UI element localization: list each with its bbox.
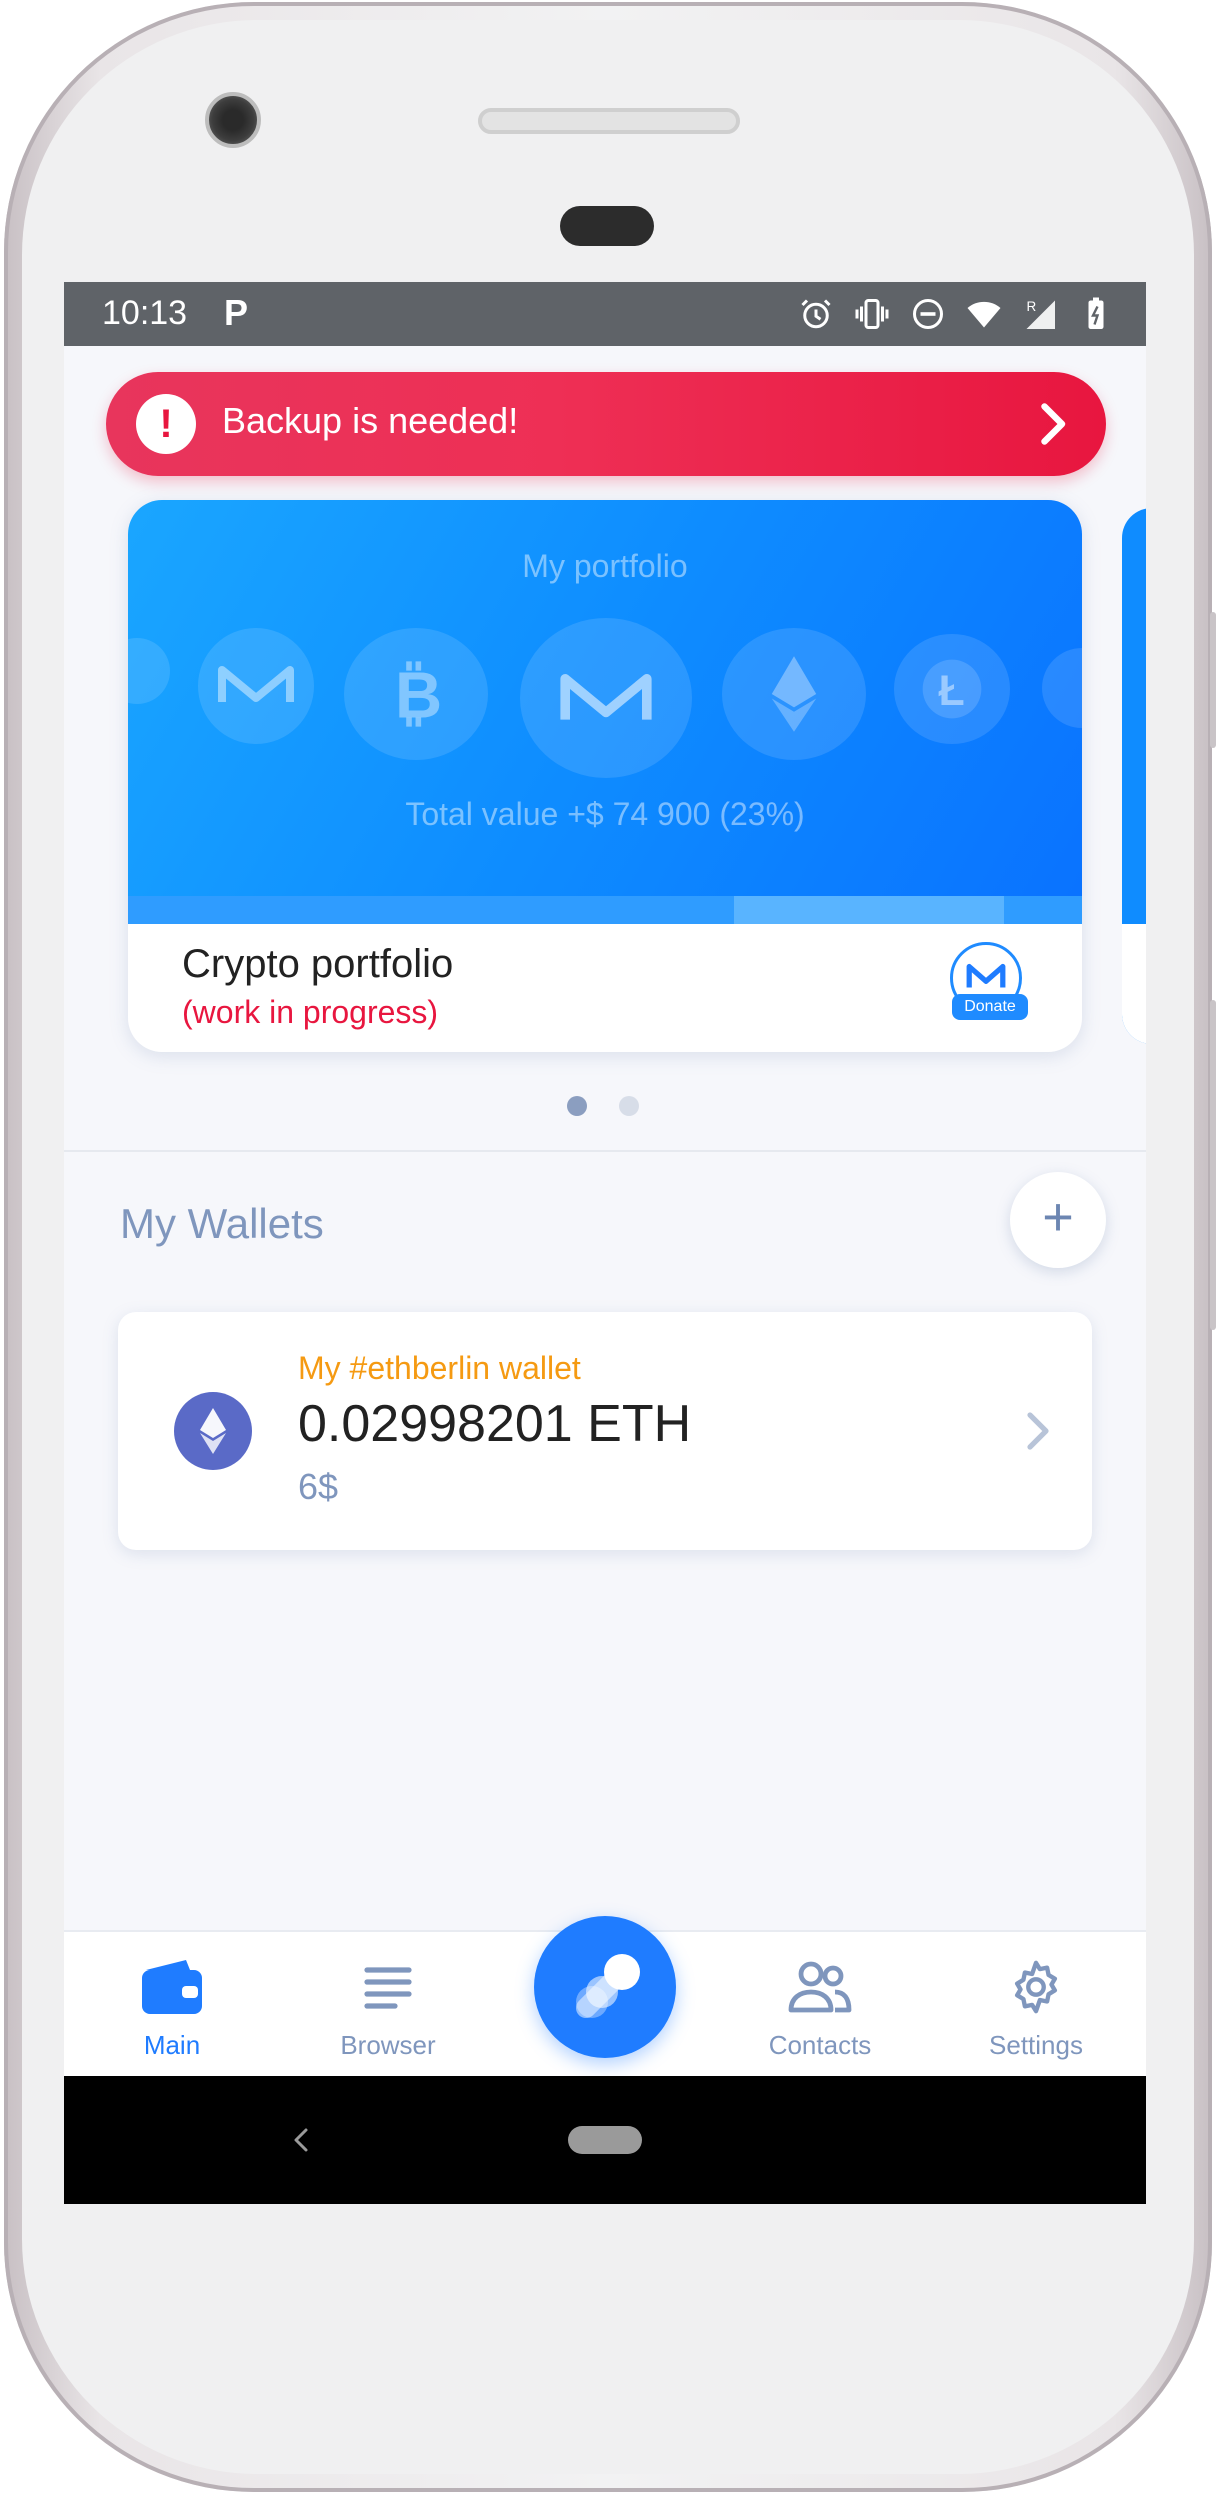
ethereum-icon	[722, 628, 866, 760]
chevron-right-icon	[1027, 1412, 1049, 1450]
back-icon[interactable]	[286, 2120, 316, 2160]
power-button	[1210, 612, 1216, 748]
tab-label: Settings	[989, 2030, 1083, 2060]
backup-banner-text: Backup is needed!	[222, 400, 519, 441]
monero-icon	[966, 963, 1006, 988]
transfer-icon	[576, 1954, 640, 2018]
tab-label: Main	[143, 2030, 201, 2060]
battery-icon	[1088, 297, 1104, 329]
send-receive-fab[interactable]	[534, 1916, 676, 2058]
monero-icon	[520, 618, 692, 778]
portfolio-total-value: Total value +$ 74 900 (23%)	[405, 796, 805, 832]
volume-button	[1210, 1000, 1216, 1330]
vibrate-icon	[855, 299, 889, 329]
portfolio-subtitle: (work in progress)	[182, 994, 439, 1030]
tab-browser[interactable]: Browser	[298, 1958, 478, 2061]
app-screen: 10:13 P R ! Backup is needed! My portfol…	[64, 282, 1146, 2204]
svg-text:Ł: Ł	[939, 667, 965, 715]
litecoin-icon: Ł	[894, 634, 1010, 744]
wallet-name: My #ethberlin wallet	[298, 1350, 581, 1386]
wallet-item[interactable]: My #ethberlin wallet 0.02998201 ETH 6$	[118, 1312, 1092, 1550]
portfolio-card[interactable]: My portfolio B Ł Total value +$ 74 900 (…	[128, 500, 1082, 1052]
alarm-icon	[801, 299, 831, 329]
chevron-right-icon	[1041, 403, 1066, 445]
notification-p-icon: P	[224, 292, 249, 333]
add-wallet-button[interactable]: +	[1010, 1172, 1106, 1268]
portfolio-name: Crypto portfolio	[182, 942, 454, 986]
signal-roaming-icon: R	[1026, 299, 1055, 329]
wifi-icon	[967, 301, 1001, 328]
alert-icon: !	[136, 394, 196, 454]
monero-icon	[198, 628, 314, 744]
carousel-dot-1[interactable]	[567, 1096, 587, 1116]
tab-label: Browser	[340, 2030, 436, 2060]
steem-icon	[128, 638, 170, 704]
home-button[interactable]	[568, 2126, 642, 2154]
carousel-dot-2[interactable]	[619, 1096, 639, 1116]
wallet-fiat-value: 6$	[298, 1466, 339, 1507]
portfolio-card-header: My portfolio B Ł Total value +$ 74 900 (…	[128, 500, 1082, 924]
tab-label: Contacts	[768, 2030, 872, 2060]
front-camera	[205, 92, 261, 148]
carousel-pagination	[567, 1096, 639, 1116]
gear-icon	[1014, 1960, 1058, 2014]
backup-banner[interactable]: ! Backup is needed!	[106, 372, 1106, 476]
system-navigation-bar	[64, 2076, 1146, 2204]
donate-button[interactable]: Donate	[950, 942, 1028, 1032]
earpiece-speaker	[478, 108, 740, 134]
list-icon	[364, 1967, 412, 2009]
donate-label: Donate	[952, 994, 1028, 1020]
wallet-icon	[142, 1960, 202, 2014]
svg-text:R: R	[1027, 299, 1037, 314]
coin-icon	[1042, 648, 1082, 728]
tab-contacts[interactable]: Contacts	[730, 1958, 910, 2061]
status-bar: 10:13 P R	[64, 282, 1146, 346]
portfolio-progress-bar	[128, 896, 1082, 924]
portfolio-progress-segment	[734, 896, 1004, 924]
tab-main[interactable]: Main	[82, 1958, 262, 2061]
next-card-peek-footer	[1122, 924, 1146, 1044]
contacts-icon	[788, 1961, 852, 2013]
do-not-disturb-icon	[913, 299, 943, 329]
status-icons: R	[798, 296, 1114, 332]
ethereum-icon	[174, 1392, 252, 1470]
tab-settings[interactable]: Settings	[946, 1958, 1126, 2061]
status-time: 10:13	[102, 294, 188, 332]
proximity-sensor	[560, 206, 654, 246]
bitcoin-icon: B	[344, 628, 488, 760]
wallet-balance: 0.02998201 ETH	[298, 1395, 692, 1453]
section-divider	[64, 1150, 1146, 1152]
portfolio-title: My portfolio	[522, 548, 688, 584]
wallets-section-title: My Wallets	[120, 1200, 324, 1247]
